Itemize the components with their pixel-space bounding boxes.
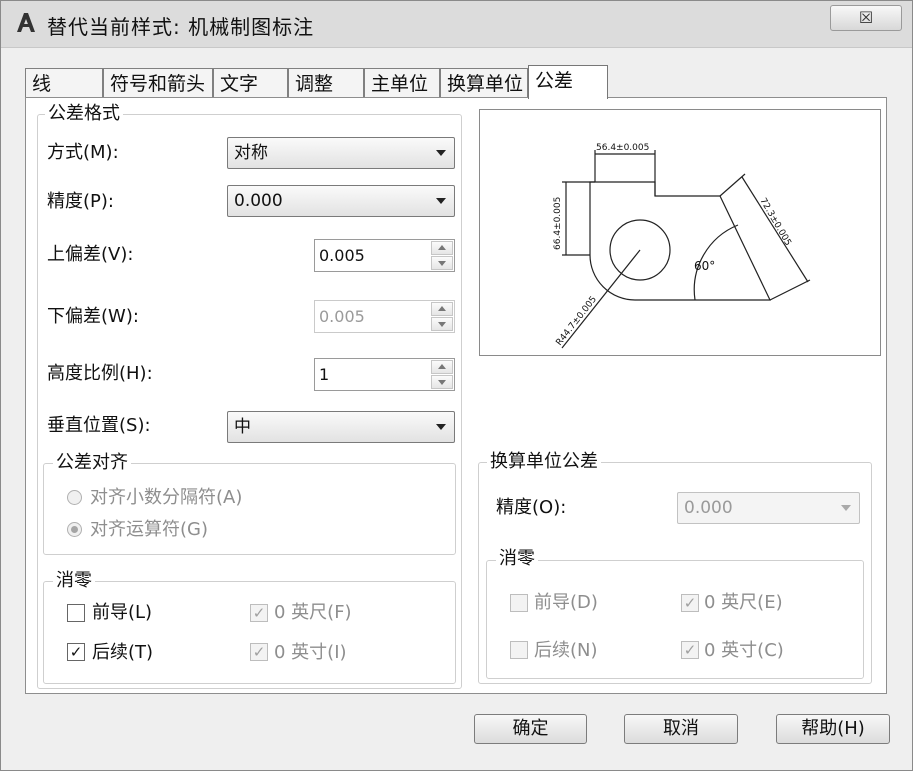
spin-up-button[interactable] bbox=[431, 241, 453, 255]
alt-inches-label: 0 英寸(C) bbox=[704, 640, 784, 661]
cancel-button[interactable]: 取消 bbox=[624, 714, 738, 744]
alt-leading-label: 前导(D) bbox=[534, 592, 598, 613]
feet-checkbox[interactable]: ✓ bbox=[250, 604, 268, 622]
leading-label: 前导(L) bbox=[92, 602, 153, 623]
lower-value-spinner[interactable]: 0.005 bbox=[314, 300, 455, 333]
lower-value: 0.005 bbox=[319, 307, 365, 326]
tab-lines[interactable]: 线 bbox=[25, 68, 103, 98]
feet-label: 0 英尺(F) bbox=[274, 602, 352, 623]
trailing-label: 后续(T) bbox=[92, 642, 154, 663]
upper-value-spinner[interactable]: 0.005 bbox=[314, 239, 455, 272]
align-decimal-radio[interactable] bbox=[67, 490, 82, 505]
height-scale-spinner[interactable]: 1 bbox=[314, 358, 455, 391]
tab-symbols-arrows[interactable]: 符号和箭头 bbox=[103, 68, 213, 98]
height-scale-label: 高度比例(H): bbox=[47, 363, 153, 384]
alt-feet-checkbox[interactable]: ✓ bbox=[681, 594, 699, 612]
spin-down-button[interactable] bbox=[431, 256, 453, 270]
alt-precision-dropdown[interactable]: 0.000 bbox=[677, 492, 860, 524]
alt-precision-label: 精度(O): bbox=[496, 497, 567, 518]
dim-radius-label: R44.7±0.005 bbox=[554, 295, 599, 348]
trailing-checkbox[interactable]: ✓ bbox=[67, 643, 85, 661]
inches-label: 0 英寸(I) bbox=[274, 642, 347, 663]
autocad-logo-icon bbox=[17, 13, 35, 32]
upper-value-label: 上偏差(V): bbox=[47, 244, 134, 265]
tolerance-alignment-group bbox=[43, 463, 456, 555]
precision-dropdown[interactable]: 0.000 bbox=[227, 185, 455, 217]
dim-top-label: 56.4±0.005 bbox=[596, 143, 649, 153]
angle-label: 60° bbox=[694, 259, 715, 273]
align-decimal-label: 对齐小数分隔符(A) bbox=[90, 487, 243, 508]
tolerance-alignment-title: 公差对齐 bbox=[53, 453, 131, 473]
zero-suppression-title: 消零 bbox=[53, 571, 95, 591]
title-bar: 替代当前样式: 机械制图标注 ☒ bbox=[1, 1, 912, 48]
alt-unit-tolerance-title: 换算单位公差 bbox=[487, 452, 601, 472]
method-label: 方式(M): bbox=[47, 142, 119, 163]
vertical-position-value: 中 bbox=[234, 417, 251, 437]
tolerance-format-title: 公差格式 bbox=[45, 104, 123, 124]
preview-drawing: 56.4±0.005 66.4±0.005 72.3±0.005 R44.7±0… bbox=[553, 143, 811, 349]
alt-leading-checkbox[interactable] bbox=[510, 594, 528, 612]
alt-precision-value: 0.000 bbox=[684, 498, 733, 518]
alt-trailing-label: 后续(N) bbox=[534, 640, 598, 661]
vertical-position-dropdown[interactable]: 中 bbox=[227, 411, 455, 443]
tab-primary-units[interactable]: 主单位 bbox=[364, 68, 440, 98]
help-button[interactable]: 帮助(H) bbox=[776, 714, 890, 744]
window-title: 替代当前样式: 机械制图标注 bbox=[47, 15, 315, 39]
upper-value: 0.005 bbox=[319, 246, 365, 265]
alt-inches-checkbox[interactable]: ✓ bbox=[681, 641, 699, 659]
close-button[interactable]: ☒ bbox=[830, 5, 902, 31]
spin-up-button[interactable] bbox=[431, 360, 453, 374]
spin-down-button[interactable] bbox=[431, 317, 453, 331]
tab-fit[interactable]: 调整 bbox=[288, 68, 364, 98]
inches-checkbox[interactable]: ✓ bbox=[250, 643, 268, 661]
vertical-position-label: 垂直位置(S): bbox=[47, 415, 151, 436]
spin-down-button[interactable] bbox=[431, 375, 453, 389]
close-icon: ☒ bbox=[858, 8, 874, 27]
precision-label: 精度(P): bbox=[47, 191, 114, 212]
dim-right-label: 72.3±0.005 bbox=[757, 197, 792, 248]
chevron-down-icon bbox=[436, 150, 446, 156]
method-dropdown[interactable]: 对称 bbox=[227, 137, 455, 169]
lower-value-label: 下偏差(W): bbox=[47, 306, 139, 327]
alt-trailing-checkbox[interactable] bbox=[510, 641, 528, 659]
dimension-preview: 56.4±0.005 66.4±0.005 72.3±0.005 R44.7±0… bbox=[479, 109, 881, 356]
ok-button[interactable]: 确定 bbox=[474, 714, 587, 744]
spin-up-button[interactable] bbox=[431, 302, 453, 316]
chevron-down-icon bbox=[436, 424, 446, 430]
align-operator-label: 对齐运算符(G) bbox=[90, 519, 208, 540]
height-scale-value: 1 bbox=[319, 365, 330, 384]
alt-zero-suppression-title: 消零 bbox=[496, 549, 538, 569]
align-operator-radio[interactable] bbox=[67, 522, 82, 537]
tab-alternate-units[interactable]: 换算单位 bbox=[440, 68, 528, 98]
chevron-down-icon bbox=[436, 198, 446, 204]
tab-text[interactable]: 文字 bbox=[213, 68, 288, 98]
dim-left-label: 66.4±0.005 bbox=[553, 197, 563, 250]
method-value: 对称 bbox=[234, 143, 268, 163]
chevron-down-icon bbox=[841, 505, 851, 511]
precision-value: 0.000 bbox=[234, 191, 283, 211]
alt-feet-label: 0 英尺(E) bbox=[704, 592, 783, 613]
leading-checkbox[interactable] bbox=[67, 604, 85, 622]
dialog-window: 替代当前样式: 机械制图标注 ☒ 线 符号和箭头 文字 调整 主单位 换算单位 … bbox=[0, 0, 913, 771]
tab-tolerances[interactable]: 公差 bbox=[528, 65, 608, 99]
zero-suppression-group bbox=[43, 581, 456, 684]
